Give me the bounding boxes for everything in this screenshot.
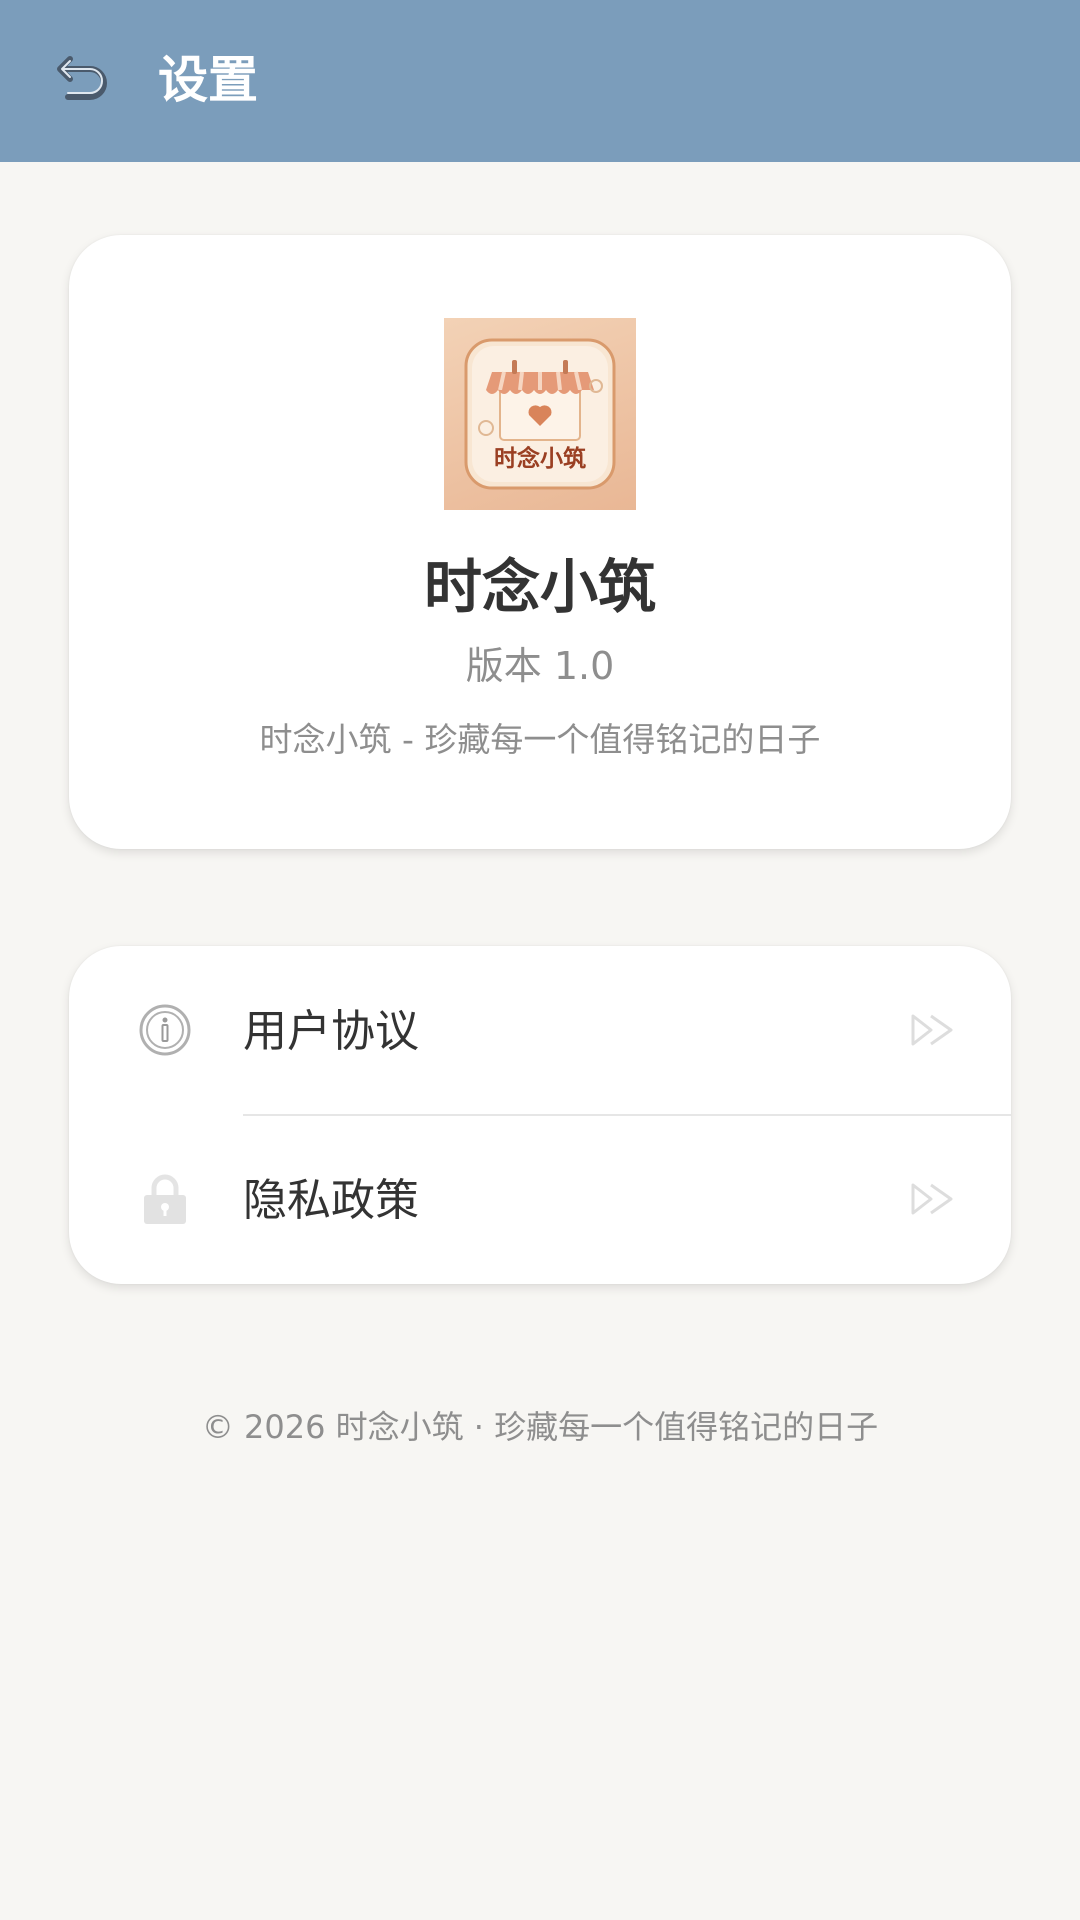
menu-label-user-agreement: 用户协议 bbox=[243, 1006, 419, 1057]
app-logo-image bbox=[464, 338, 616, 490]
app-name: 时念小筑 bbox=[423, 553, 656, 621]
app-header: 设置 bbox=[0, 0, 1080, 162]
menu-item-privacy-policy[interactable]: 隐私政策 bbox=[69, 1115, 1011, 1284]
double-arrow-right-icon bbox=[909, 1181, 957, 1217]
menu-card: 用户协议 隐私政策 bbox=[69, 946, 1011, 1284]
menu-item-user-agreement[interactable]: 用户协议 bbox=[69, 946, 1011, 1116]
logo-text: 时念小筑 bbox=[494, 445, 586, 472]
menu-label-privacy-policy: 隐私政策 bbox=[243, 1175, 419, 1226]
app-info-card: 时念小筑 时念小筑 版本 1.0 时念小筑 - 珍藏每一个值得铭记的日子 bbox=[69, 235, 1011, 849]
undo-arrow-icon bbox=[57, 56, 107, 100]
app-tagline: 时念小筑 - 珍藏每一个值得铭记的日子 bbox=[259, 720, 821, 759]
info-icon bbox=[137, 1002, 193, 1058]
back-button[interactable] bbox=[44, 38, 124, 118]
app-version: 版本 1.0 bbox=[465, 644, 615, 688]
double-arrow-right-icon bbox=[909, 1012, 957, 1048]
page-title: 设置 bbox=[158, 51, 258, 109]
lock-icon bbox=[137, 1171, 193, 1227]
footer-copyright: © 2026 时念小筑 · 珍藏每一个值得铭记的日子 bbox=[201, 1408, 879, 1446]
app-logo: 时念小筑 bbox=[444, 318, 636, 510]
